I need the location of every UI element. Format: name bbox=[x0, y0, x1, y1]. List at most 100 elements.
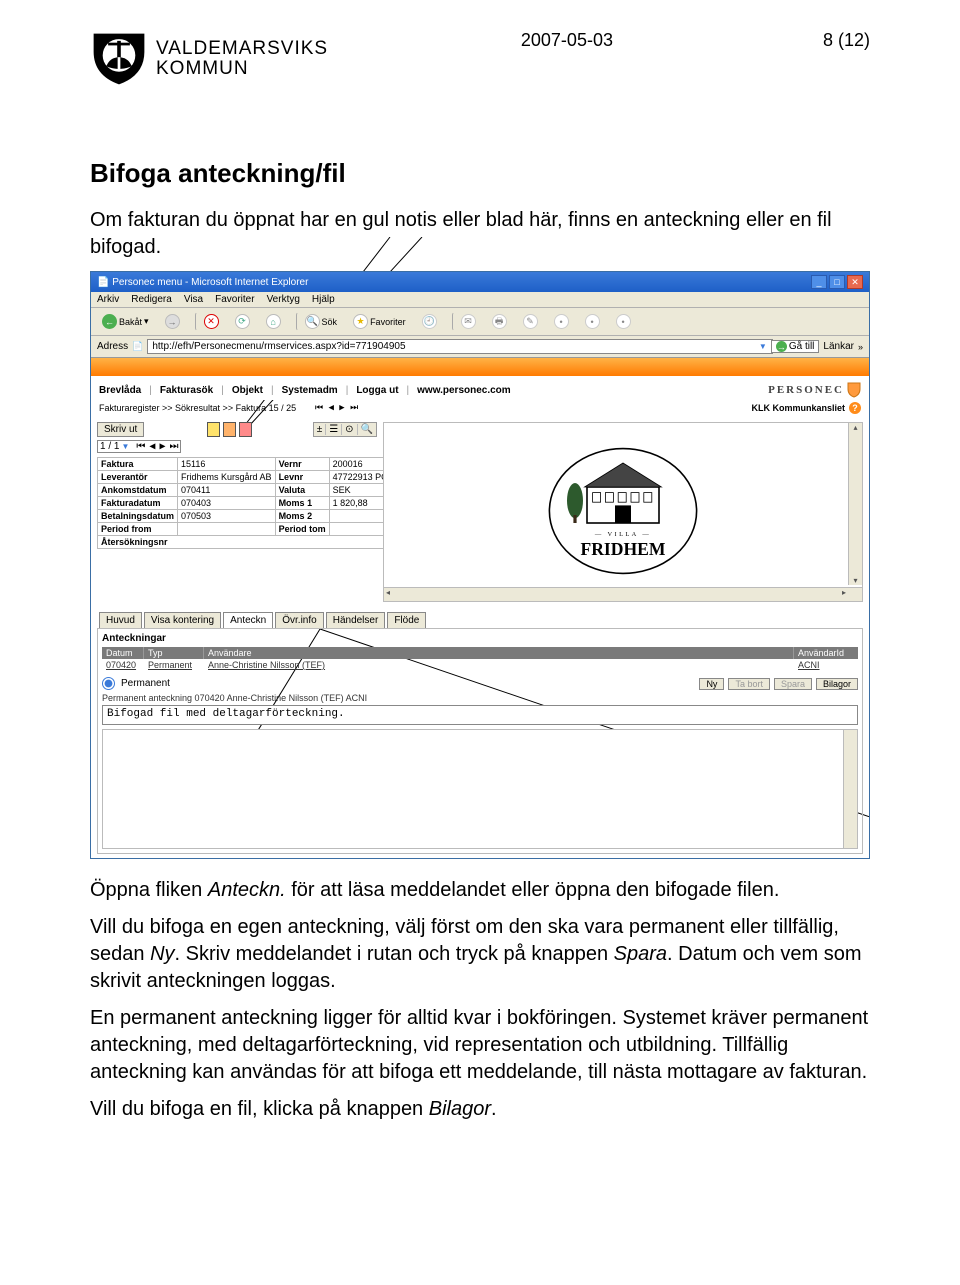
para-permanent-info: En permanent anteckning ligger för allti… bbox=[90, 1005, 870, 1086]
maximize-button[interactable]: □ bbox=[829, 275, 845, 289]
dropdown-icon[interactable]: ▼ bbox=[759, 342, 767, 351]
org-name-line2: KOMMUN bbox=[156, 59, 328, 79]
go-button[interactable]: →Gå till bbox=[771, 340, 820, 353]
url-input[interactable] bbox=[147, 339, 773, 354]
notes-heading: Anteckningar bbox=[102, 633, 858, 644]
preview-vscrollbar[interactable] bbox=[848, 423, 862, 585]
search-button[interactable]: 🔍Sök bbox=[296, 312, 343, 331]
mail-button[interactable]: ✉ bbox=[452, 312, 481, 331]
preview-tool-1[interactable]: ± bbox=[317, 424, 327, 435]
minimize-button[interactable]: _ bbox=[811, 275, 827, 289]
secondary-vscrollbar[interactable] bbox=[843, 730, 857, 848]
back-button[interactable]: ←Bakåt ▾ bbox=[97, 312, 154, 331]
org-name-line1: VALDEMARSVIKS bbox=[156, 39, 328, 59]
ny-button[interactable]: Ny bbox=[699, 678, 724, 690]
permanent-radio-label: Permanent bbox=[121, 678, 170, 689]
tab-ovr-info[interactable]: Övr.info bbox=[275, 612, 323, 628]
invoice-tabs: Huvud Visa kontering Anteckn Övr.info Hä… bbox=[91, 606, 869, 628]
print-invoice-button[interactable]: Skriv ut bbox=[97, 422, 144, 437]
preview-tool-3[interactable]: ⊙ bbox=[345, 424, 357, 435]
note-yellow-icon[interactable] bbox=[207, 422, 220, 437]
links-chevron-icon: » bbox=[858, 342, 863, 352]
browser-toolbar: ←Bakåt ▾ → ✕ ⟳ ⌂ 🔍Sök ★Favoriter 🕘 ✉ 🖶 ✎… bbox=[91, 308, 869, 336]
notes-panel: Anteckningar Datum Typ Användare Använda… bbox=[97, 628, 863, 854]
refresh-button[interactable]: ⟳ bbox=[230, 312, 255, 331]
fridhem-logo-icon: — VILLA — FRIDHEM bbox=[543, 441, 703, 583]
svg-text:FRIDHEM: FRIDHEM bbox=[580, 539, 665, 559]
print-button[interactable]: 🖶 bbox=[487, 312, 512, 331]
screenshot-wrap: 📄 Personec menu - Microsoft Internet Exp… bbox=[90, 271, 870, 859]
note-textarea[interactable]: Bifogad fil med deltagarförteckning. bbox=[102, 705, 858, 725]
breadcrumb: Fakturaregister >> Sökresultat >> Faktur… bbox=[99, 403, 296, 413]
window-titlebar: 📄 Personec menu - Microsoft Internet Exp… bbox=[91, 272, 869, 292]
menu-visa[interactable]: Visa bbox=[184, 294, 203, 305]
notes-table-header: Datum Typ Användare AnvändarId bbox=[102, 647, 858, 659]
links-label[interactable]: Länkar bbox=[823, 341, 854, 352]
tab-handelser[interactable]: Händelser bbox=[326, 612, 386, 628]
page-control[interactable]: 1 / 1 ▼ ⏮ ◀ ▶ ⏭ bbox=[97, 440, 181, 453]
preview-hscrollbar[interactable] bbox=[384, 587, 862, 601]
favorites-button[interactable]: ★Favoriter bbox=[348, 312, 411, 331]
note-meta: Permanent anteckning 070420 Anne-Christi… bbox=[102, 693, 858, 703]
para-attach-file: Vill du bifoga en fil, klicka på knappen… bbox=[90, 1096, 870, 1123]
permanent-radio[interactable] bbox=[102, 677, 115, 690]
window-title: Personec menu - Microsoft Internet Explo… bbox=[112, 277, 809, 288]
extra3-button[interactable]: • bbox=[611, 312, 636, 331]
preview-tool-2[interactable]: ☰ bbox=[329, 424, 342, 435]
forward-button[interactable]: → bbox=[160, 312, 185, 331]
menu-systemadm[interactable]: Systemadm bbox=[282, 385, 338, 396]
menu-redigera[interactable]: Redigera bbox=[131, 294, 172, 305]
para-open-tab: Öppna fliken Anteckn. för att läsa medde… bbox=[90, 877, 870, 904]
context-label: KLK Kommunkansliet bbox=[751, 403, 845, 413]
extra2-button[interactable]: • bbox=[580, 312, 605, 331]
doc-page-number: 8 (12) bbox=[823, 30, 870, 51]
tab-visa-kontering[interactable]: Visa kontering bbox=[144, 612, 221, 628]
menu-hjalp[interactable]: Hjälp bbox=[312, 294, 335, 305]
menu-verktyg[interactable]: Verktyg bbox=[267, 294, 300, 305]
tab-anteckn[interactable]: Anteckn bbox=[223, 612, 273, 628]
help-icon[interactable]: ? bbox=[849, 402, 861, 414]
page-icon: 📄 bbox=[132, 341, 143, 352]
svg-text:— VILLA —: — VILLA — bbox=[594, 531, 651, 538]
tabort-button[interactable]: Ta bort bbox=[728, 678, 770, 690]
breadcrumb-row: Fakturaregister >> Sökresultat >> Faktur… bbox=[91, 400, 869, 418]
close-button[interactable]: ✕ bbox=[847, 275, 863, 289]
para-attach-own: Vill du bifoga en egen anteckning, välj … bbox=[90, 914, 870, 995]
address-label: Adress bbox=[97, 341, 128, 352]
attachment-icons bbox=[207, 422, 252, 437]
doc-header: VALDEMARSVIKS KOMMUN 2007-05-03 8 (12) bbox=[90, 30, 870, 88]
history-button[interactable]: 🕘 bbox=[417, 312, 442, 331]
bilagor-button[interactable]: Bilagor bbox=[816, 678, 858, 690]
app-main-menu: Brevlåda| Fakturasök| Objekt| Systemadm|… bbox=[91, 376, 869, 400]
note-red-icon[interactable] bbox=[239, 422, 252, 437]
menu-arkiv[interactable]: Arkiv bbox=[97, 294, 119, 305]
doc-date: 2007-05-03 bbox=[521, 30, 613, 51]
section-title: Bifoga anteckning/fil bbox=[90, 158, 870, 189]
tab-huvud[interactable]: Huvud bbox=[99, 612, 142, 628]
menu-objekt[interactable]: Objekt bbox=[232, 385, 263, 396]
home-button[interactable]: ⌂ bbox=[261, 312, 286, 331]
preview-toolbar: ± ☰ ⊙ 🔍 bbox=[313, 422, 377, 437]
tab-flode[interactable]: Flöde bbox=[387, 612, 426, 628]
address-bar: Adress 📄 ▼ →Gå till Länkar » bbox=[91, 336, 869, 358]
secondary-textarea[interactable] bbox=[102, 729, 858, 849]
invoice-left-panel: Skriv ut ± ☰ ⊙ 🔍 bbox=[97, 422, 377, 602]
edit-button[interactable]: ✎ bbox=[518, 312, 543, 331]
notes-table-row[interactable]: 070420 Permanent Anne-Christine Nilsson … bbox=[102, 659, 858, 671]
menu-brevlada[interactable]: Brevlåda bbox=[99, 385, 141, 396]
menu-favoriter[interactable]: Favoriter bbox=[215, 294, 254, 305]
org-logo-icon bbox=[90, 30, 148, 88]
note-orange-icon[interactable] bbox=[223, 422, 236, 437]
personec-brand: PERSONEC bbox=[768, 382, 861, 398]
menu-loggaut[interactable]: Logga ut bbox=[356, 385, 398, 396]
app-brand-band bbox=[91, 358, 869, 376]
spara-button[interactable]: Spara bbox=[774, 678, 812, 690]
stop-button[interactable]: ✕ bbox=[195, 312, 224, 331]
invoice-details-table: Faktura15116Vernr200016 LeverantörFridhe… bbox=[97, 457, 392, 549]
doc-icon: 📄 bbox=[97, 277, 109, 288]
menu-fakturasok[interactable]: Fakturasök bbox=[160, 385, 213, 396]
extra1-button[interactable]: • bbox=[549, 312, 574, 331]
preview-tool-4[interactable]: 🔍 bbox=[361, 424, 373, 435]
menu-personec-link[interactable]: www.personec.com bbox=[417, 385, 511, 396]
invoice-preview-panel: — VILLA — FRIDHEM bbox=[383, 422, 863, 602]
